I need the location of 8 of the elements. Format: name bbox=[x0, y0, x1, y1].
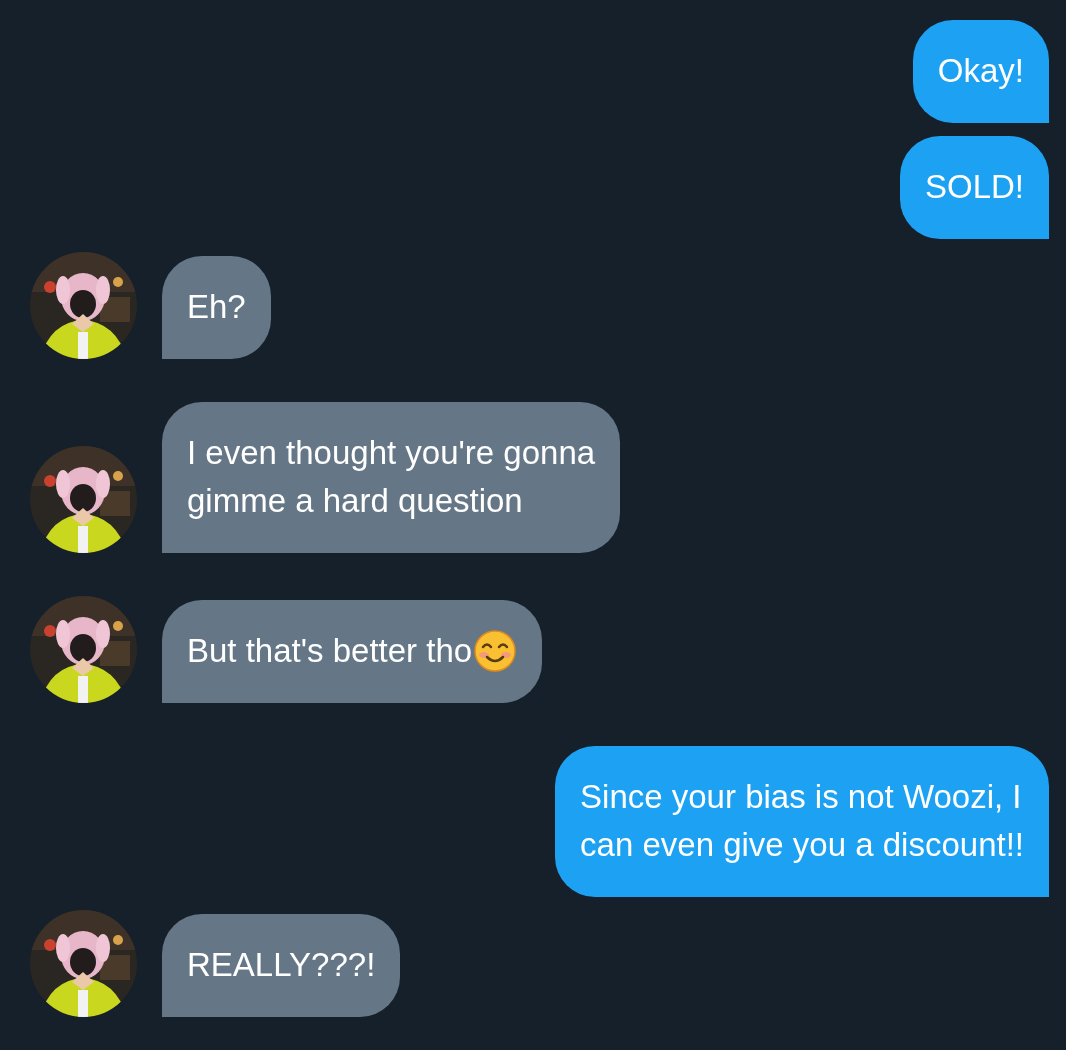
message-bubble: Since your bias is not Woozi, I can even give you a discount!! bbox=[555, 746, 1049, 897]
message-bubble: Okay! bbox=[912, 20, 1049, 123]
message-bubble: SOLD! bbox=[899, 136, 1049, 239]
smiling-face-icon bbox=[473, 629, 518, 673]
message-bubble: But that's better tho bbox=[162, 600, 543, 703]
message-bubble: I even thought you're gonna gimme a hard question bbox=[162, 402, 621, 553]
message-bubble: REALLY???! bbox=[162, 914, 401, 1017]
message-bubble: Eh? bbox=[162, 256, 271, 359]
